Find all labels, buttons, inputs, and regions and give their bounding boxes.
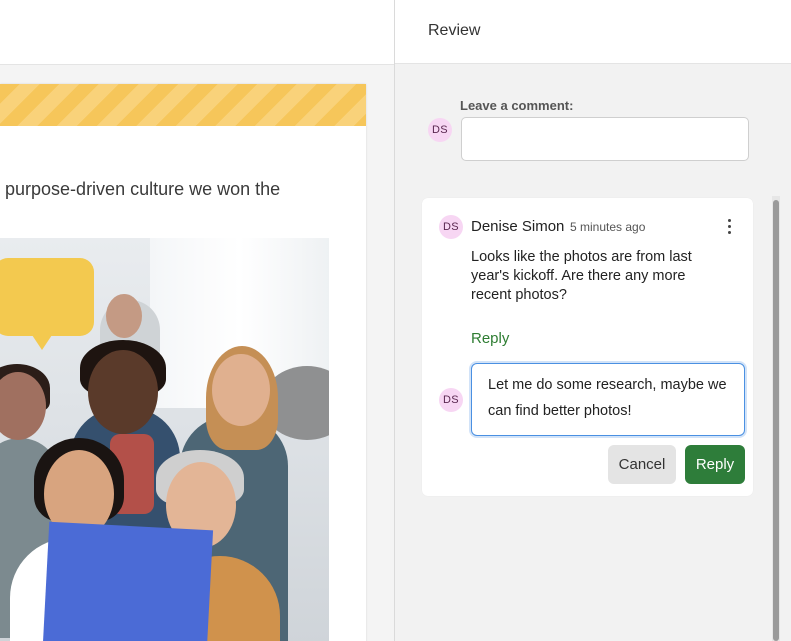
photo-person-right-head (212, 354, 270, 426)
vertical-ellipsis-icon[interactable] (721, 216, 737, 236)
reply-link[interactable]: Reply (471, 330, 509, 347)
comment-author-name: Denise Simon (471, 218, 565, 235)
comment-body: Looks like the photos are from last year… (471, 249, 692, 303)
new-comment-input[interactable] (461, 117, 749, 161)
photo-blue-sign (42, 521, 214, 641)
comment-thread: DS Denise Simon 5 minutes ago Looks like… (422, 198, 753, 496)
document-body-text: d purpose-driven culture we won the (0, 176, 366, 202)
comment-author-avatar: DS (439, 215, 463, 239)
photo-speech-bubble-tail (30, 332, 54, 350)
photo-person-back-head (106, 294, 142, 338)
photo-person-center-head (88, 350, 158, 434)
document-toolbar (0, 0, 394, 65)
review-scrollbar-thumb[interactable] (773, 200, 779, 641)
review-scrollbar[interactable] (772, 196, 780, 641)
document-page: d purpose-driven culture we won the (0, 84, 366, 641)
current-user-avatar: DS (428, 118, 452, 142)
cancel-button[interactable]: Cancel (608, 445, 676, 484)
review-title: Review (428, 22, 481, 39)
review-pane: Review DS Leave a comment: DS Denise Sim… (394, 0, 791, 641)
document-pane: d purpose-driven culture we won the (0, 0, 394, 641)
reply-button[interactable]: Reply (685, 445, 745, 484)
review-header: Review (395, 0, 791, 64)
document-text-line: d purpose-driven culture we won the (0, 179, 281, 199)
reply-textarea[interactable]: Let me do some research, maybe we can fi… (471, 363, 745, 436)
reply-user-avatar: DS (439, 388, 463, 412)
document-banner (0, 84, 366, 126)
team-photo (0, 238, 329, 641)
comment-timestamp: 5 minutes ago (570, 220, 646, 234)
photo-speech-bubble-yellow (0, 258, 94, 336)
leave-comment-label: Leave a comment: (460, 98, 574, 113)
